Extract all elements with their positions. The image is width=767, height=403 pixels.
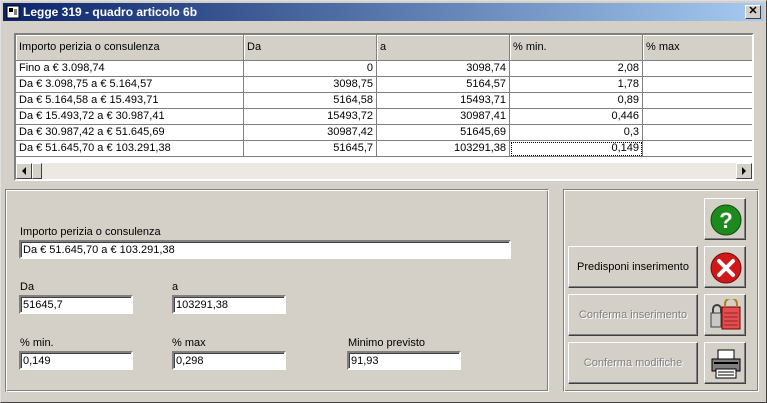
min-label: % min. <box>20 337 54 349</box>
table-cell[interactable]: 0,89 <box>510 93 643 109</box>
table-cell[interactable] <box>643 125 752 141</box>
app-icon <box>6 5 20 19</box>
column-header[interactable]: Da <box>244 35 377 61</box>
detail-panel: Importo perizia o consulenza Da € 51.645… <box>5 189 549 392</box>
table-row[interactable]: Da € 30.987,42 a € 51.645,69 30987,42 51… <box>16 125 752 141</box>
table-cell[interactable]: 0 <box>244 61 377 77</box>
table-cell[interactable]: 0,3 <box>510 125 643 141</box>
table-cell[interactable]: Da € 15.493,72 a € 30.987,41 <box>16 109 244 125</box>
close-icon: ✕ <box>748 5 758 17</box>
table-cell[interactable]: Fino a € 3.098,74 <box>16 61 244 77</box>
conferma-inserimento-button[interactable]: Conferma inserimento <box>568 294 698 336</box>
focused-cell[interactable]: 0,149 <box>510 141 643 157</box>
close-button[interactable]: ✕ <box>745 5 761 19</box>
table-cell[interactable]: 51645,7 <box>244 141 377 157</box>
table-cell[interactable]: 5164,58 <box>244 93 377 109</box>
predisponi-button[interactable]: Predisponi inserimento <box>568 246 698 288</box>
table-row[interactable]: Da € 5.164,58 a € 15.493,71 5164,58 1549… <box>16 93 752 109</box>
table-cell[interactable]: 0,446 <box>510 109 643 125</box>
column-header[interactable]: Importo perizia o consulenza <box>16 35 244 61</box>
table-cell[interactable]: 15493,71 <box>377 93 510 109</box>
importo-field[interactable]: Da € 51.645,70 a € 103.291,38 <box>19 240 511 259</box>
table-row[interactable]: Da € 3.098,75 a € 5.164,57 3098,75 5164,… <box>16 77 752 93</box>
actions-panel: Predisponi inserimento Conferma inserime… <box>563 189 759 392</box>
column-header[interactable]: % min. <box>510 35 643 61</box>
table-cell[interactable]: 0, <box>643 141 752 157</box>
print-button[interactable] <box>704 342 746 384</box>
table-cell[interactable]: 30987,42 <box>244 125 377 141</box>
table-cell[interactable]: 2,08 <box>510 61 643 77</box>
table-cell[interactable]: Da € 51.645,70 a € 103.291,38 <box>16 141 244 157</box>
minimo-label: Minimo previsto <box>348 337 426 349</box>
table-cell[interactable]: 1,78 <box>510 77 643 93</box>
arrow-left-icon <box>22 167 26 175</box>
table-cell[interactable]: 103291,38 <box>377 141 510 157</box>
table-cell[interactable]: Da € 30.987,42 a € 51.645,69 <box>16 125 244 141</box>
da-field[interactable]: 51645,7 <box>19 295 133 314</box>
lock-icon <box>710 299 741 330</box>
lock-button[interactable] <box>704 294 746 336</box>
conferma-modifiche-button[interactable]: Conferma modifiche <box>568 342 698 384</box>
table-cell[interactable]: 0, <box>643 109 752 125</box>
table-cell[interactable]: Da € 5.164,58 a € 15.493,71 <box>16 93 244 109</box>
cancel-button[interactable] <box>704 246 746 288</box>
a-field[interactable]: 103291,38 <box>172 295 286 314</box>
window-title: Legge 319 - quadro articolo 6b <box>23 5 198 19</box>
table-cell[interactable]: 3 <box>643 77 752 93</box>
table-cell[interactable]: 15493,72 <box>244 109 377 125</box>
minimo-field[interactable]: 91,93 <box>347 351 461 370</box>
table-cell[interactable]: 3098,74 <box>377 61 510 77</box>
scrollbar-thumb[interactable] <box>32 163 42 179</box>
min-field[interactable]: 0,149 <box>19 351 133 370</box>
table-row[interactable]: Fino a € 3.098,74 0 3098,74 2,08 4 <box>16 61 752 77</box>
a-label: a <box>172 281 179 293</box>
help-icon: ? <box>710 204 742 236</box>
table-cell[interactable]: 5164,57 <box>377 77 510 93</box>
cancel-icon <box>710 252 742 284</box>
importo-label: Importo perizia o consulenza <box>20 226 161 238</box>
printer-icon <box>711 349 741 379</box>
table-cell[interactable]: 1 <box>643 93 752 109</box>
title-bar: Legge 319 - quadro articolo 6b ✕ <box>3 3 764 21</box>
max-field[interactable]: 0,298 <box>172 351 286 370</box>
da-label: Da <box>20 281 35 293</box>
table-cell[interactable]: Da € 3.098,75 a € 5.164,57 <box>16 77 244 93</box>
help-button[interactable]: ? <box>704 198 746 240</box>
column-header[interactable]: a <box>377 35 510 61</box>
grid-header-row: Importo perizia o consulenza Da a % min.… <box>16 35 752 61</box>
table-cell[interactable]: 4 <box>643 61 752 77</box>
table-cell[interactable]: 3098,75 <box>244 77 377 93</box>
data-grid[interactable]: Importo perizia o consulenza Da a % min.… <box>14 33 754 181</box>
max-label: % max <box>172 337 206 349</box>
table-row[interactable]: Da € 15.493,72 a € 30.987,41 15493,72 30… <box>16 109 752 125</box>
arrow-right-icon <box>742 167 746 175</box>
horizontal-scrollbar[interactable] <box>16 163 752 179</box>
main-window: Legge 319 - quadro articolo 6b ✕ Importo… <box>0 0 767 403</box>
table-cell[interactable]: 51645,69 <box>377 125 510 141</box>
table-row-selected[interactable]: Da € 51.645,70 a € 103.291,38 51645,7 10… <box>16 141 752 157</box>
column-header[interactable]: % max <box>643 35 752 61</box>
table-cell[interactable]: 30987,41 <box>377 109 510 125</box>
scroll-right-button[interactable] <box>736 163 752 179</box>
scroll-left-button[interactable] <box>16 163 32 179</box>
svg-text:?: ? <box>719 208 732 233</box>
